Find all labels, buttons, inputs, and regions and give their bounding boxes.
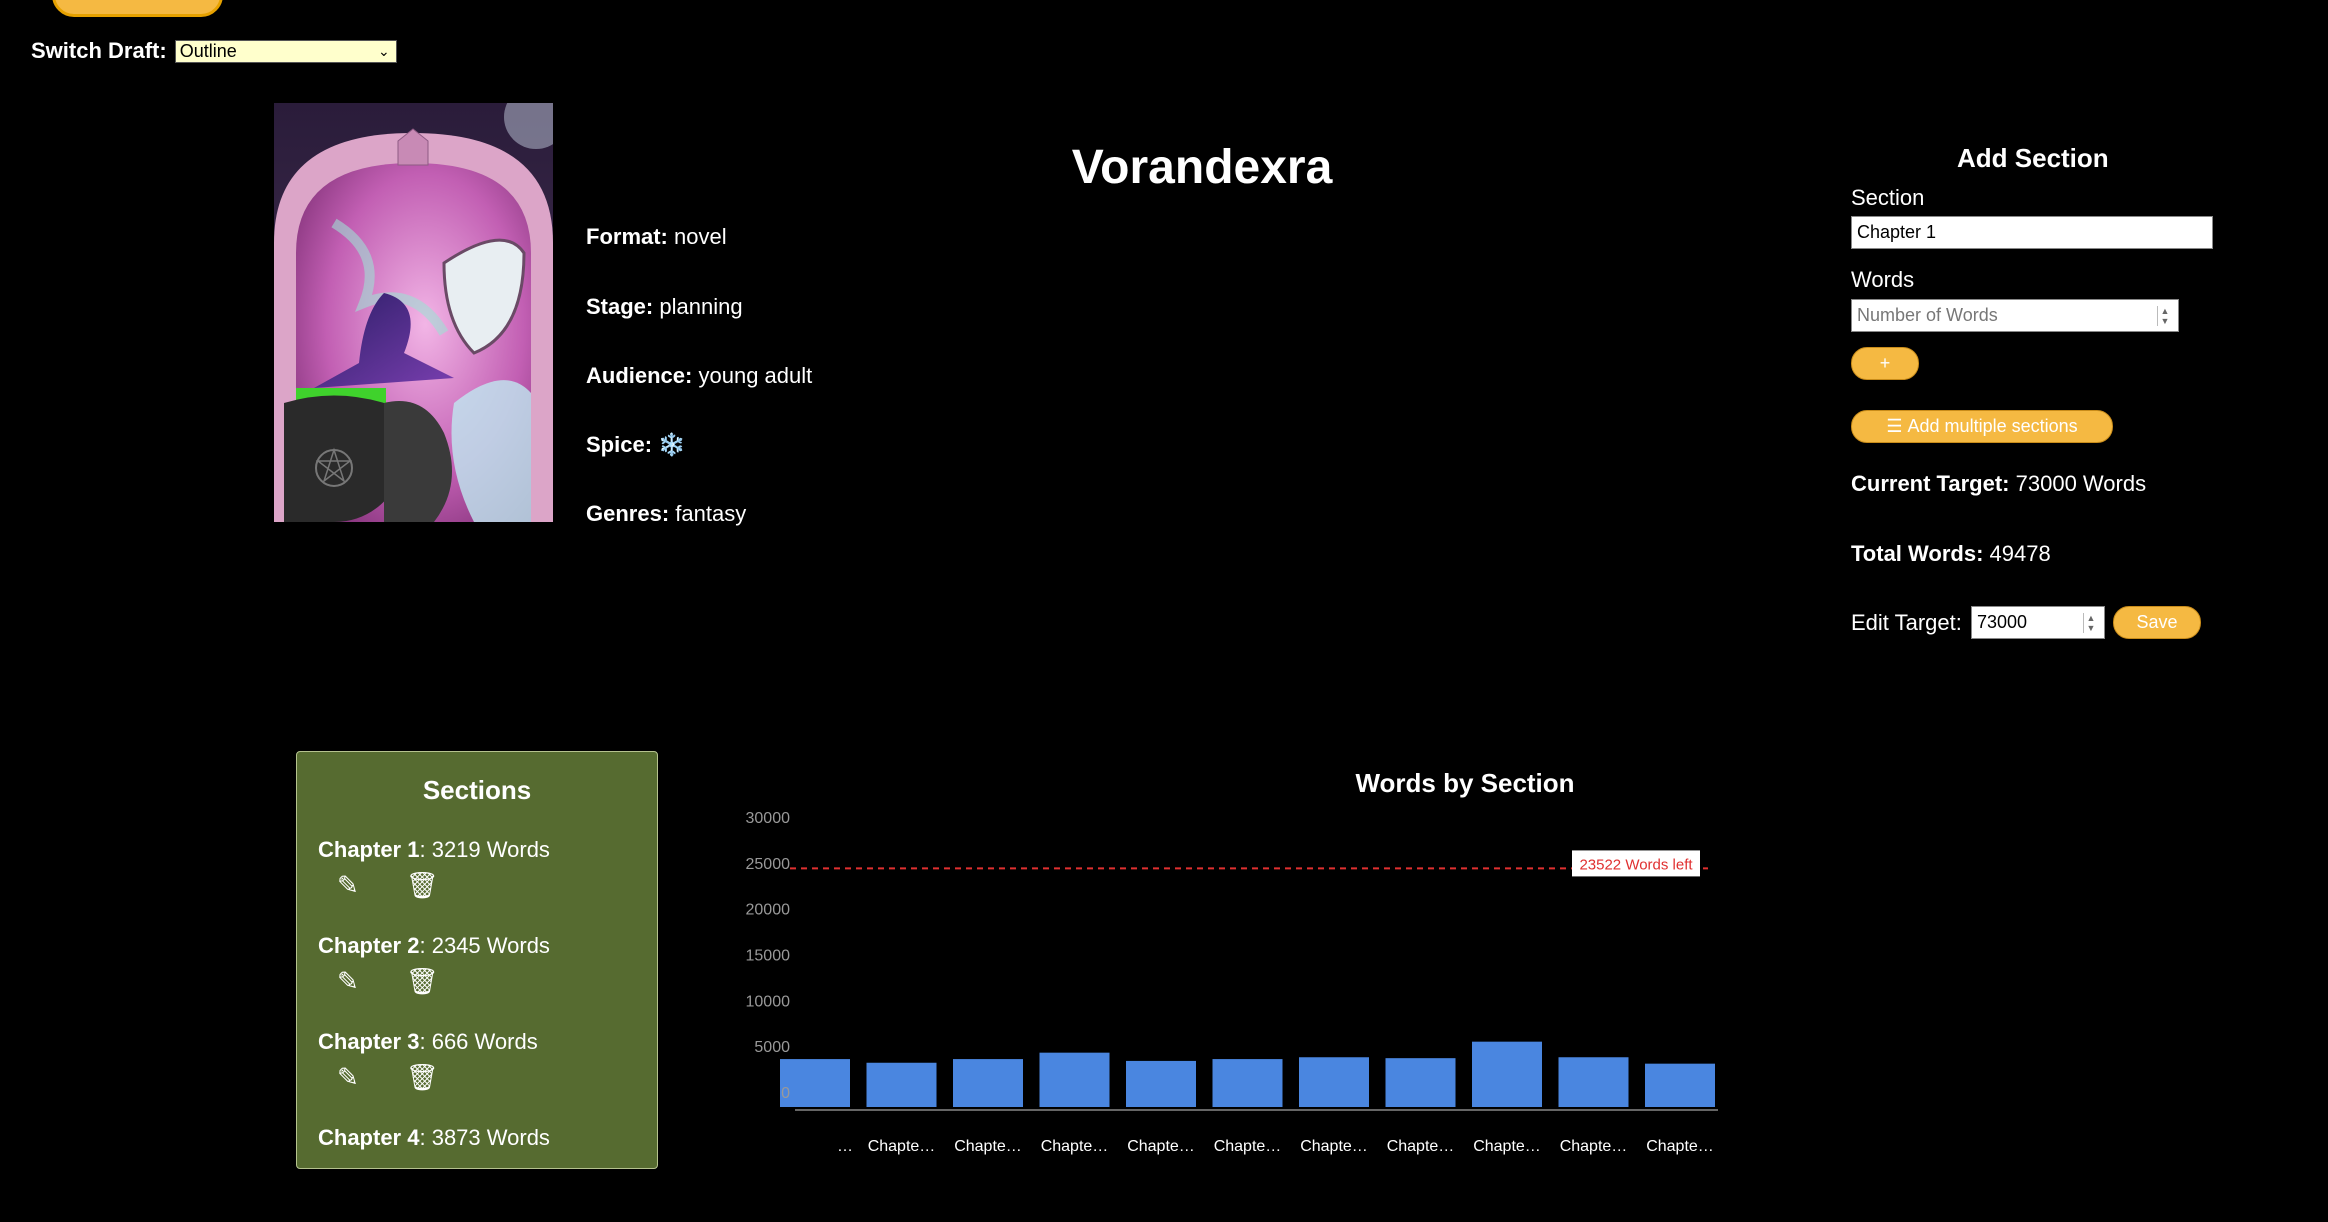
snowflake-icon: ❄️ — [658, 432, 686, 457]
chevron-down-icon: ⌄ — [377, 42, 390, 59]
bar — [1126, 1060, 1196, 1107]
section-name: Chapter 4 — [318, 1125, 420, 1150]
target-label: 23522 Words left — [1579, 856, 1693, 873]
draft-select[interactable]: Outline ⌄ — [174, 39, 397, 63]
total-words-value: 49478 — [1989, 541, 2051, 566]
total-words: Total Words: 49478 — [1851, 541, 2051, 567]
trash-icon[interactable]: 🗑 — [406, 870, 439, 901]
y-tick-label: 30000 — [746, 810, 791, 827]
chart-title: Words by Section — [1355, 768, 1575, 798]
spice-label: Spice: — [586, 432, 653, 457]
section-actions: ✎ 🗑 — [337, 1062, 439, 1093]
bar — [1385, 1058, 1456, 1107]
list-item: Chapter 2: 2345 Words — [318, 933, 550, 959]
spice-row: Spice: ❄️ — [586, 432, 686, 458]
section-label: Section — [1851, 185, 1925, 210]
genres-row: Genres: fantasy — [586, 501, 746, 527]
x-tick-label: Chapte… — [868, 1138, 936, 1155]
genres-value: fantasy — [675, 501, 747, 526]
section-name: Chapter 2 — [318, 933, 420, 958]
current-target-value: 73000 Words — [2015, 471, 2147, 496]
list-icon: ☰ — [1886, 416, 1903, 436]
x-tick-label: Chapte… — [1041, 1138, 1109, 1155]
edit-target-input[interactable]: 73000 ▲ ▼ — [1971, 606, 2105, 639]
add-multiple-sections-button[interactable]: ☰ Add multiple sections — [1851, 410, 2113, 443]
x-tick-label: Chapte… — [1646, 1138, 1714, 1155]
edit-icon[interactable]: ✎ — [337, 870, 359, 901]
x-tick-label: Chapte… — [1214, 1138, 1282, 1155]
y-tick-label: 10000 — [746, 993, 791, 1010]
section-actions: ✎ 🗑 — [337, 966, 439, 997]
words-input[interactable]: Number of Words ▲ ▼ — [1851, 299, 2179, 332]
list-item: Chapter 1: 3219 Words — [318, 837, 550, 863]
add-multiple-sections-label: Add multiple sections — [1907, 416, 2078, 436]
audience-value: young adult — [698, 363, 813, 388]
bar — [1645, 1063, 1715, 1107]
list-item: Chapter 3: 666 Words — [318, 1029, 538, 1055]
section-name: Chapter 1 — [318, 837, 420, 862]
list-item: Chapter 4: 3873 Words — [318, 1125, 550, 1151]
y-tick-label: 15000 — [746, 948, 791, 965]
x-tick-label: Chapte… — [1127, 1138, 1195, 1155]
bar — [1039, 1052, 1110, 1107]
stage-value: planning — [659, 294, 743, 319]
save-button[interactable]: Save — [2113, 606, 2201, 639]
stage-row: Stage: planning — [586, 294, 743, 320]
audience-row: Audience: young adult — [586, 363, 812, 389]
y-tick-label: 5000 — [754, 1039, 790, 1056]
section-words: : 3873 Words — [419, 1125, 550, 1150]
draft-select-value: Outline — [179, 40, 237, 61]
bar — [1558, 1057, 1629, 1107]
total-words-label: Total Words: — [1851, 541, 1984, 566]
edit-icon[interactable]: ✎ — [337, 966, 359, 997]
section-actions: ✎ 🗑 — [337, 870, 439, 901]
words-input-placeholder: Number of Words — [1857, 305, 1998, 325]
bar — [1472, 1041, 1542, 1107]
edit-target-value: 73000 — [1977, 612, 2028, 632]
x-tick-label: Chapte… — [954, 1138, 1022, 1155]
current-target-label: Current Target: — [1851, 471, 2010, 496]
bar — [866, 1062, 937, 1107]
section-words: : 666 Words — [419, 1029, 538, 1054]
section-input[interactable]: Chapter 1 — [1851, 216, 2213, 249]
sections-title: Sections — [422, 775, 532, 805]
stepper-icon[interactable]: ▲ ▼ — [2083, 613, 2098, 633]
bar — [953, 1059, 1023, 1107]
trash-icon[interactable]: 🗑 — [406, 1062, 439, 1093]
section-name: Chapter 3 — [318, 1029, 420, 1054]
x-tick-label: … — [837, 1138, 853, 1155]
section-words: : 2345 Words — [419, 933, 550, 958]
words-by-section-chart: … Chapte… Chapte… Chapte… Chapte… Chapte… Chap… — [710, 800, 1718, 1180]
add-button[interactable]: + — [1851, 347, 1919, 380]
audience-label: Audience: — [586, 363, 693, 388]
x-tick-label: Chapte… — [1300, 1138, 1368, 1155]
y-tick-label: 25000 — [746, 856, 791, 873]
genres-label: Genres: — [586, 501, 670, 526]
format-row: Format: novel — [586, 224, 727, 250]
bar — [1299, 1057, 1369, 1107]
y-tick-label: 0 — [781, 1085, 790, 1102]
current-target: Current Target: 73000 Words — [1851, 471, 2146, 497]
y-tick-label: 20000 — [746, 902, 791, 919]
x-tick-label: Chapte… — [1473, 1138, 1541, 1155]
bar — [780, 1059, 850, 1107]
switch-draft-label: Switch Draft: — [31, 38, 167, 63]
sections-panel: Sections Chapter 1: 3219 Words ✎ 🗑 Chapt… — [296, 751, 658, 1169]
format-label: Format: — [586, 224, 668, 249]
x-tick-label: Chapte… — [1387, 1138, 1455, 1155]
words-label: Words — [1851, 267, 1915, 292]
format-value: novel — [674, 224, 727, 249]
top-nav-button[interactable] — [52, 0, 223, 17]
add-section-title: Add Section — [1957, 143, 2109, 173]
stage-label: Stage: — [586, 294, 654, 319]
trash-icon[interactable]: 🗑 — [406, 966, 439, 997]
switch-draft: Switch Draft: Outline ⌄ — [31, 38, 397, 64]
bar — [1212, 1059, 1283, 1107]
x-tick-label: Chapte… — [1560, 1138, 1628, 1155]
edit-target-label: Edit Target: — [1851, 610, 1962, 635]
stepper-icon[interactable]: ▲ ▼ — [2157, 306, 2172, 326]
section-words: : 3219 Words — [419, 837, 550, 862]
edit-icon[interactable]: ✎ — [337, 1062, 359, 1093]
